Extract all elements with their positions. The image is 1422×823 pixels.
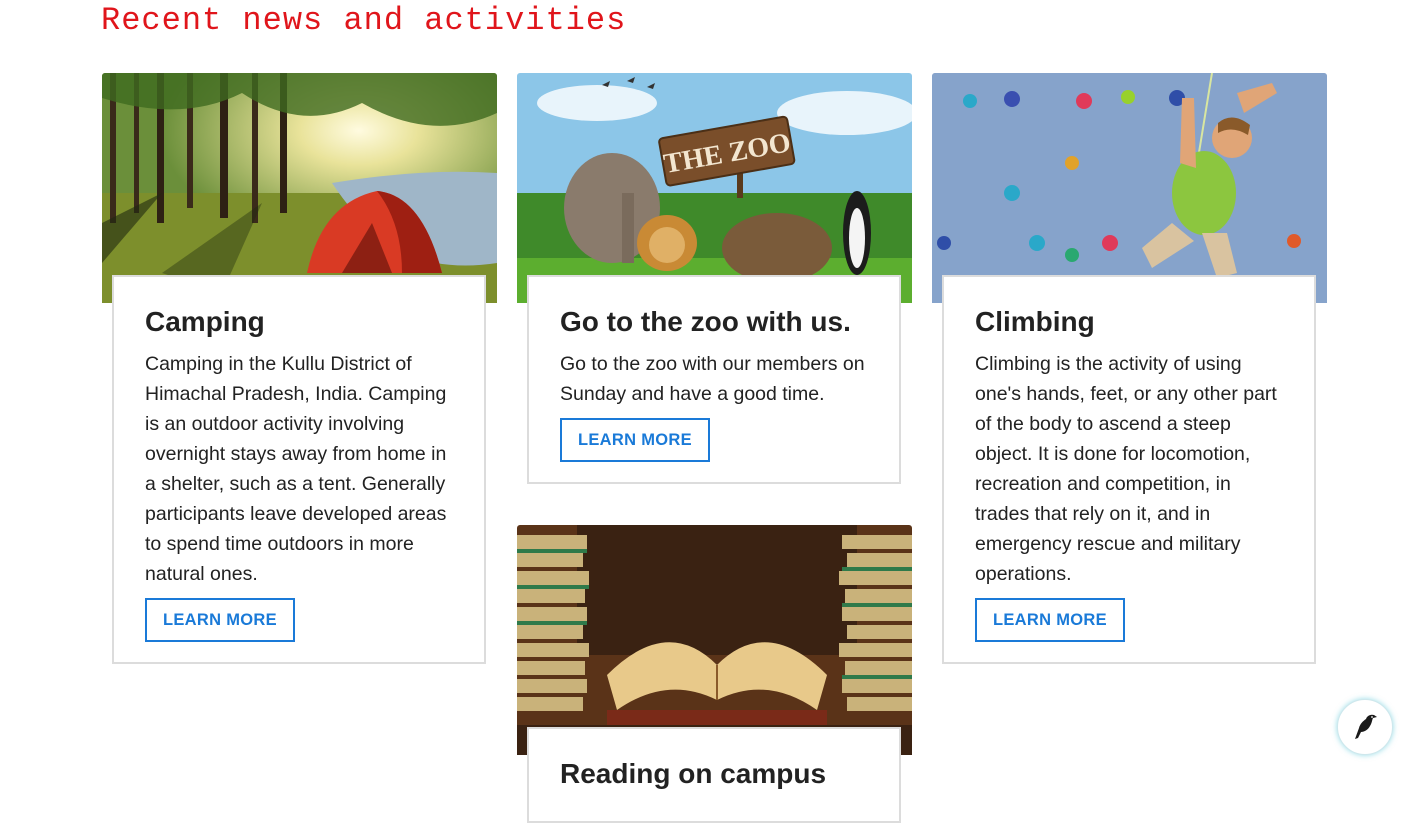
card-text: Climbing is the activity of using one's … [975, 353, 1277, 585]
climbing-image [932, 73, 1327, 303]
card-body: Climbing Climbing is the activity of usi… [942, 275, 1316, 664]
bird-icon [1355, 714, 1377, 739]
card-text: Go to the zoo with our members on Sunday… [560, 353, 865, 405]
card-text: Camping in the Kullu District of Himacha… [145, 353, 447, 585]
floating-bird-button[interactable] [1337, 699, 1393, 755]
learn-more-button[interactable]: LEARN MORE [145, 598, 295, 642]
page-title: Recent news and activities [101, 2, 627, 39]
zoo-image: THE ZOO [517, 73, 912, 303]
card-title: Climbing [975, 306, 1095, 337]
books-image [517, 525, 912, 755]
card-body: Reading on campus [527, 727, 901, 823]
card-title: Reading on campus [560, 758, 827, 789]
card-body: Camping Camping in the Kullu District of… [112, 275, 486, 664]
card-title: Go to the zoo with us. [560, 306, 851, 337]
card-body: Go to the zoo with us. Go to the zoo wit… [527, 275, 901, 484]
camping-image [102, 73, 497, 303]
learn-more-button[interactable]: LEARN MORE [975, 598, 1125, 642]
card-title: Camping [145, 306, 265, 337]
learn-more-button[interactable]: LEARN MORE [560, 418, 710, 462]
